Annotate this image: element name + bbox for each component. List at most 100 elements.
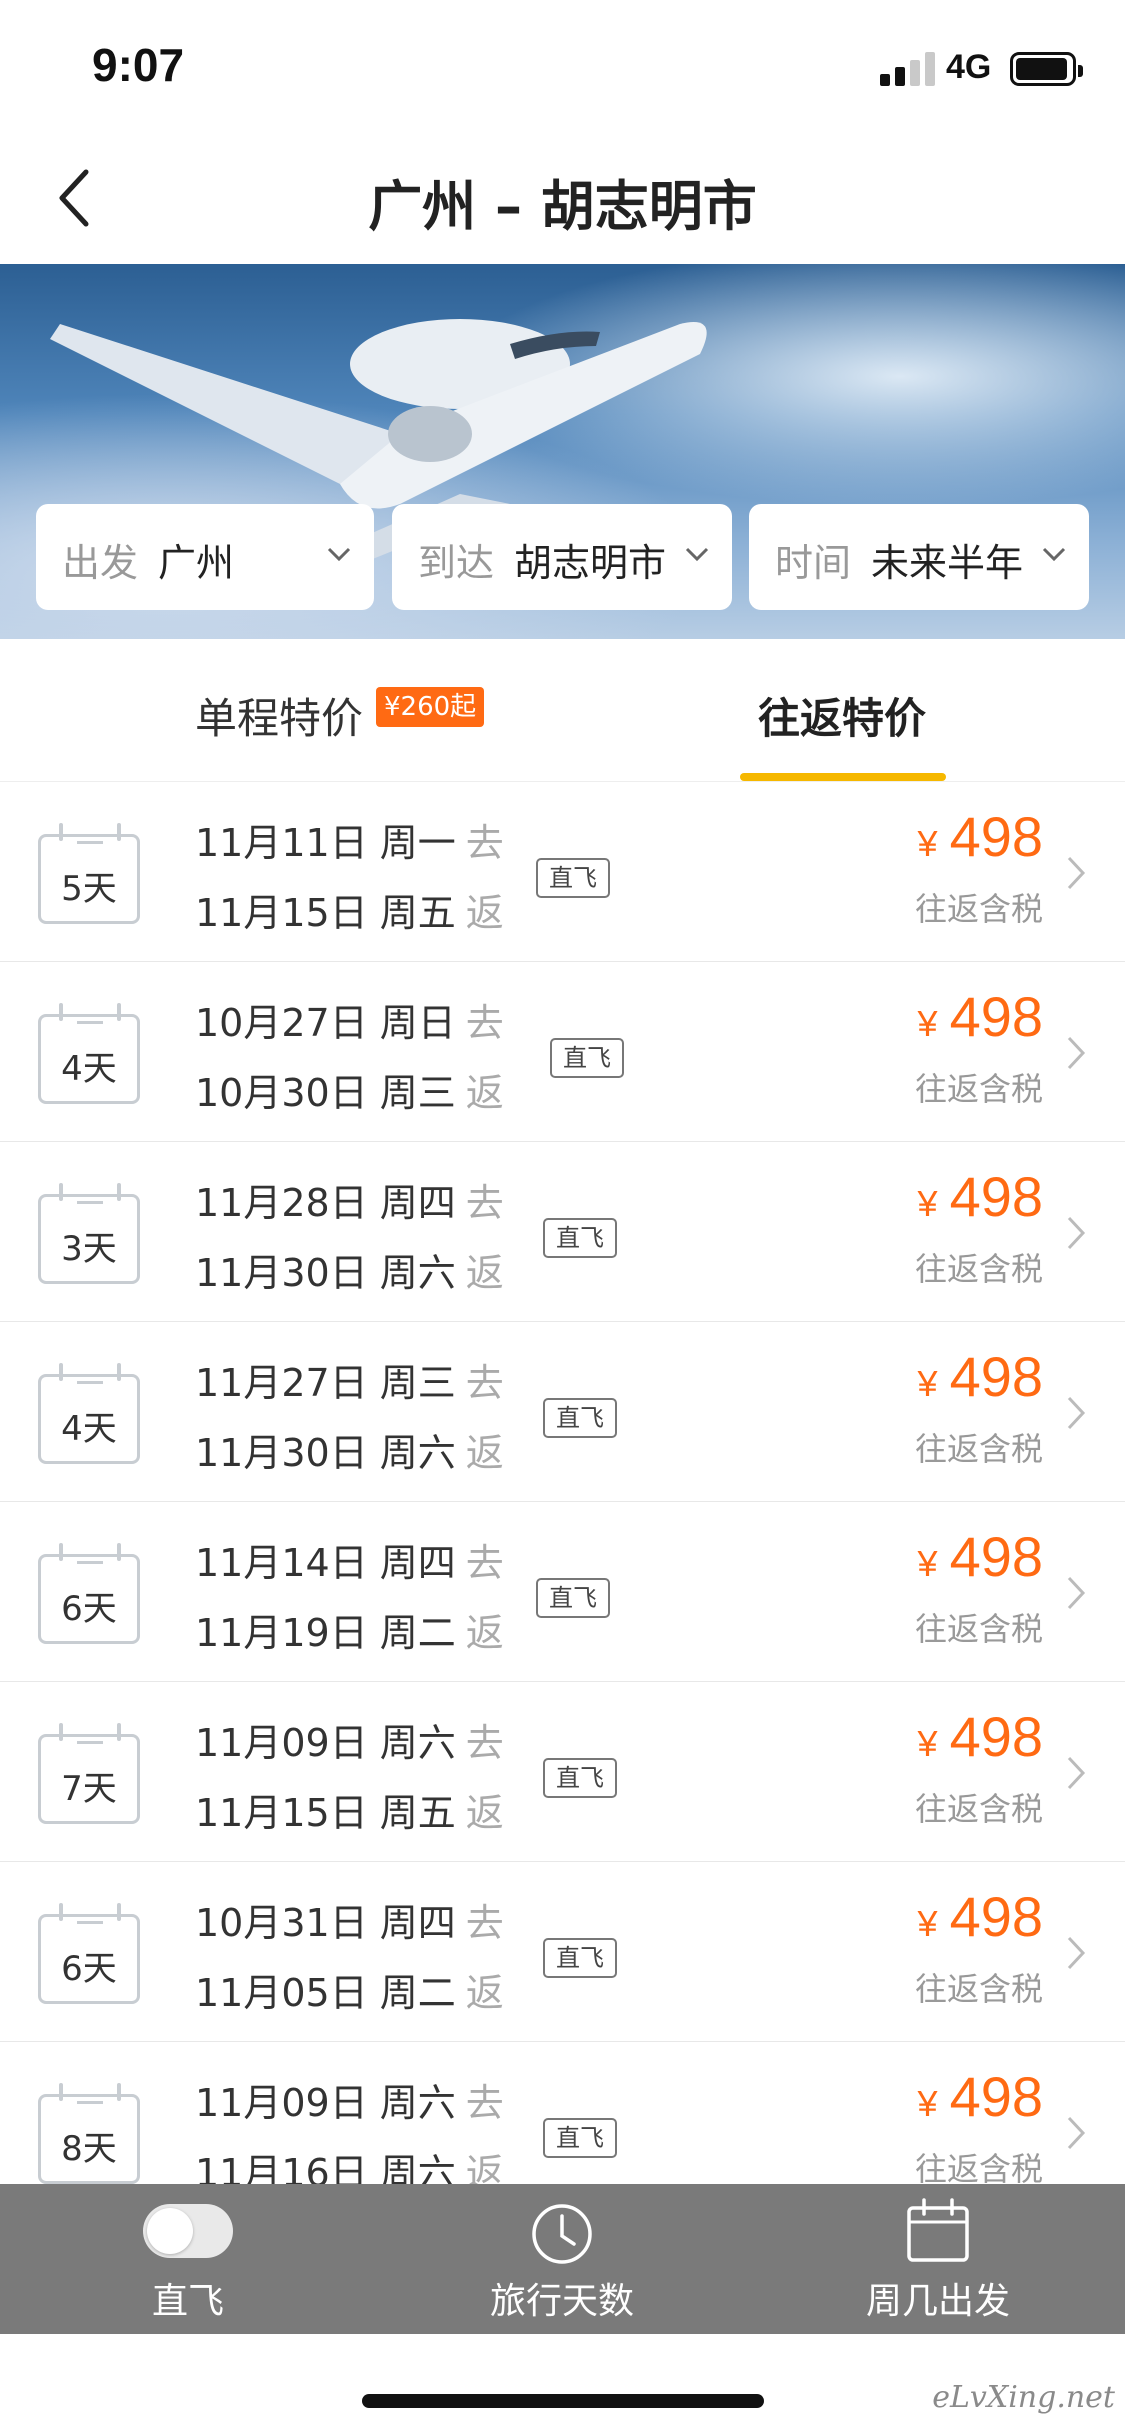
flight-row[interactable]: 6天 11月14日 周四去 11月19日 周二返 直飞 ¥498 往返含税 [0,1502,1125,1682]
price-value: 498 [949,1345,1043,1408]
flight-row[interactable]: 4天 10月27日 周日去 10月30日 周三返 直飞 ¥498 往返含税 [0,962,1125,1142]
return-date: 10月30日 周三 [195,1071,456,1115]
signal-icon [880,52,936,86]
time-filter[interactable]: 时间 未来半年 [749,504,1089,610]
chevron-right-icon [1067,1576,1086,1610]
flight-row[interactable]: 3天 11月28日 周四去 11月30日 周六返 直飞 ¥498 往返含税 [0,1142,1125,1322]
flight-row[interactable]: 4天 11月27日 周三去 11月30日 周六返 直飞 ¥498 往返含税 [0,1322,1125,1502]
price-value: 498 [949,2065,1043,2128]
direct-toggle[interactable] [143,2204,233,2258]
direct-flight-badge: 直飞 [536,858,610,898]
time-label: 时间 [775,541,852,585]
flight-row[interactable]: 7天 11月09日 周六去 11月15日 周五返 直飞 ¥498 往返含税 [0,1682,1125,1862]
trip-days: 6天 [61,1949,117,1989]
calendar-icon: 8天 [38,2083,140,2184]
return-date: 11月30日 周六 [195,1431,456,1475]
flight-row[interactable]: 8天 11月09日 周六去 11月16日 周六返 直飞 ¥498 往返含税 [0,2042,1125,2184]
direct-flight-badge: 直飞 [543,1758,617,1798]
outbound-date-line: 10月27日 周日去 [195,992,504,1047]
toggle-knob [147,2208,193,2254]
battery-icon [1010,52,1083,86]
outbound-tag: 去 [465,1541,504,1585]
return-tag: 返 [465,2151,504,2184]
depart-value: 广州 [158,541,235,585]
network-type: 4G [946,48,992,86]
calendar-icon: 6天 [38,1543,140,1644]
tab-oneway[interactable]: 单程特价 [195,685,363,746]
outbound-date: 11月28日 周四 [195,1181,456,1225]
return-date-line: 11月05日 周二返 [195,1962,504,2017]
nav-bar: 广州 – 胡志明市 [0,132,1125,264]
price: ¥498 [918,2064,1043,2129]
trip-days: 4天 [61,1409,117,1449]
duration-label[interactable]: 旅行天数 [462,2272,662,2324]
chevron-right-icon [1067,1216,1086,1250]
trip-days: 7天 [61,1769,117,1809]
clock-icon[interactable] [530,2202,594,2266]
calendar-icon[interactable] [906,2198,970,2264]
flight-row[interactable]: 6天 10月31日 周四去 11月05日 周二返 直飞 ¥498 往返含税 [0,1862,1125,2042]
calendar-icon: 5天 [38,823,140,924]
price-note: 往返含税 [914,1790,1043,1828]
return-date-line: 11月15日 周五返 [195,1782,504,1837]
outbound-date: 10月31日 周四 [195,1901,456,1945]
return-date-line: 11月19日 周二返 [195,1602,504,1657]
return-date-line: 11月15日 周五返 [195,882,504,937]
calendar-icon: 4天 [38,1363,140,1464]
outbound-date: 11月09日 周六 [195,2081,456,2125]
price: ¥498 [918,1704,1043,1769]
price: ¥498 [918,1344,1043,1409]
outbound-date-line: 11月27日 周三去 [195,1352,504,1407]
currency-symbol: ¥ [917,1903,938,1944]
calendar-icon: 3天 [38,1183,140,1284]
price-value: 498 [949,1705,1043,1768]
outbound-tag: 去 [465,1361,504,1405]
chevron-right-icon [1067,1756,1086,1790]
search-filters: 出发 广州 到达 胡志明市 时间 未来半年 [36,504,1089,610]
currency-symbol: ¥ [917,1543,938,1584]
trip-days: 3天 [61,1229,117,1269]
trip-days: 5天 [61,869,117,909]
tab-roundtrip[interactable]: 往返特价 [758,685,926,746]
direct-flight-badge: 直飞 [543,1218,617,1258]
outbound-tag: 去 [465,1901,504,1945]
calendar-icon: 6天 [38,1903,140,2004]
outbound-date: 11月14日 周四 [195,1541,456,1585]
flight-row[interactable]: 5天 11月11日 周一去 11月15日 周五返 直飞 ¥498 往返含税 [0,782,1125,962]
return-date: 11月15日 周五 [195,1791,456,1835]
price-value: 498 [949,1525,1043,1588]
price-note: 往返含税 [914,1070,1043,1108]
depart-label: 出发 [62,541,139,585]
return-date: 11月30日 周六 [195,1251,456,1295]
direct-label: 直飞 [151,2281,224,2322]
trip-days: 4天 [61,1049,117,1089]
chevron-right-icon [1067,1936,1086,1970]
return-tag: 返 [465,1251,504,1295]
outbound-tag: 去 [465,1721,504,1765]
time-value: 未来半年 [871,541,1024,585]
fare-tabs: 单程特价 ¥260起 往返特价 [0,639,1125,782]
chevron-right-icon [1067,856,1086,890]
arrive-label: 到达 [418,541,495,585]
depart-filter[interactable]: 出发 广州 [36,504,374,610]
outbound-date-line: 11月28日 周四去 [195,1172,504,1227]
arrive-filter[interactable]: 到达 胡志明市 [392,504,732,610]
direct-flight-badge: 直飞 [550,1038,624,1078]
oneway-price-badge: ¥260起 [376,687,485,727]
return-date-line: 11月30日 周六返 [195,1242,504,1297]
return-tag: 返 [465,891,504,935]
outbound-date: 11月27日 周三 [195,1361,456,1405]
direct-flight-badge: 直飞 [543,1938,617,1978]
chevron-right-icon [1067,2116,1086,2150]
return-date-line: 11月16日 周六返 [195,2142,504,2184]
price: ¥498 [918,984,1043,1049]
return-tag: 返 [465,1431,504,1475]
direct-flight-badge: 直飞 [543,2118,617,2158]
price-value: 498 [949,1165,1043,1228]
currency-symbol: ¥ [917,1003,938,1044]
weekday-label[interactable]: 周几出发 [838,2272,1038,2324]
status-bar: 9:07 4G [0,0,1125,132]
outbound-tag: 去 [465,1001,504,1045]
outbound-tag: 去 [465,1181,504,1225]
flight-list: 5天 11月11日 周一去 11月15日 周五返 直飞 ¥498 往返含税 4天… [0,782,1125,2184]
